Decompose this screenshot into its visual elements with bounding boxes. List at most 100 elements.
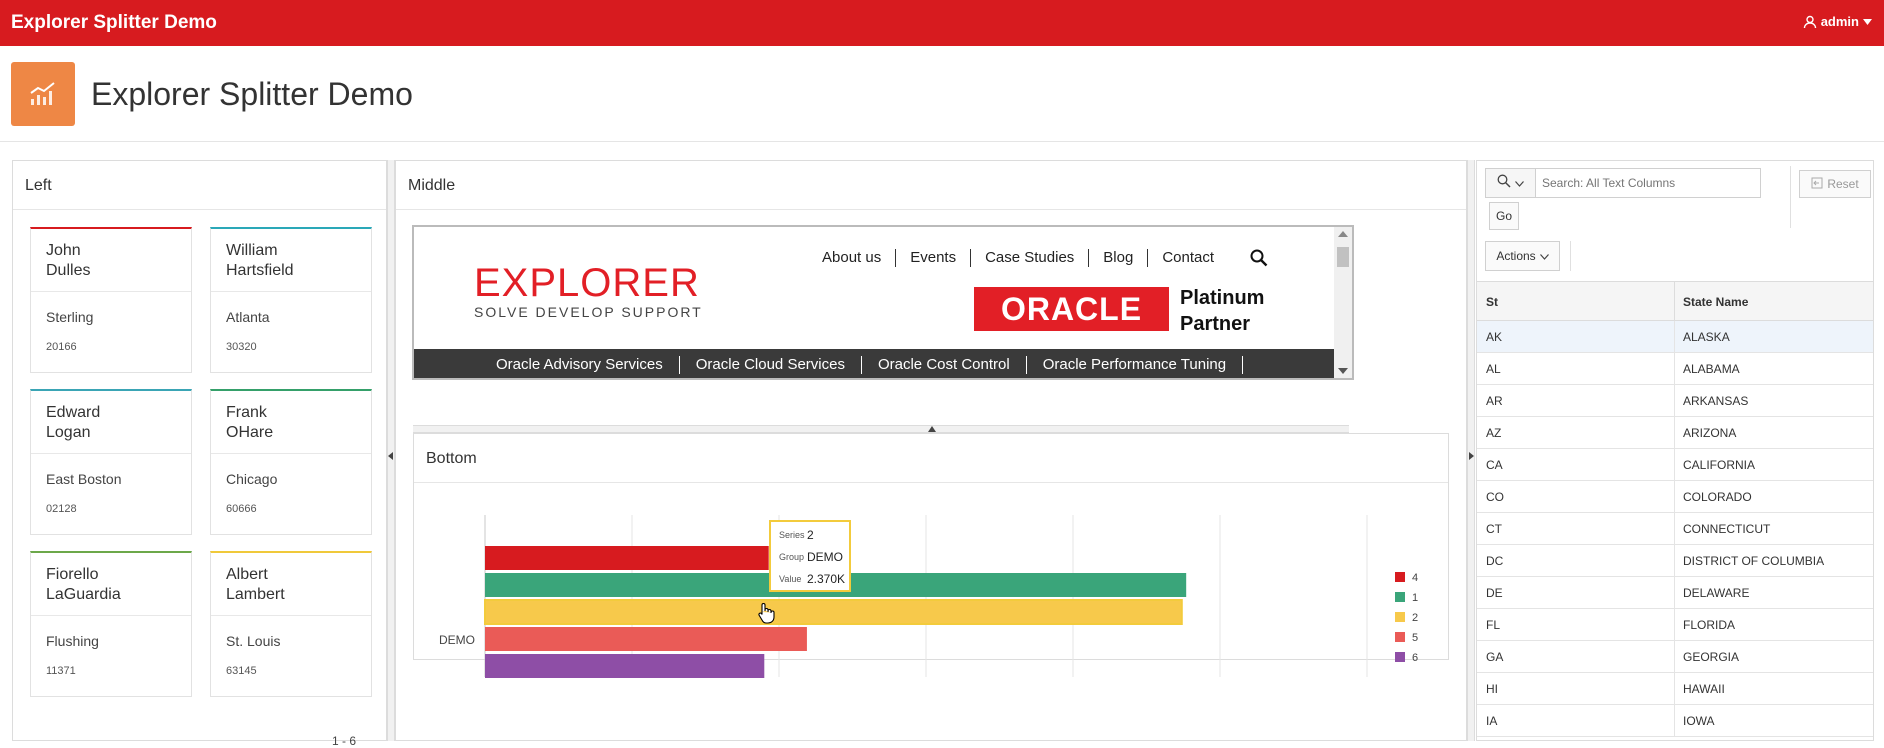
- legend-swatch[interactable]: [1395, 592, 1405, 602]
- legend-swatch[interactable]: [1395, 572, 1405, 582]
- contact-card[interactable]: Albert Lambert St. Louis 63145: [210, 551, 372, 697]
- explorer-logo[interactable]: EXPLORER SOLVE DEVELOP SUPPORT: [474, 261, 703, 320]
- card-city: St. Louis: [226, 633, 281, 649]
- table-row[interactable]: DC DISTRICT OF COLUMBIA: [1477, 545, 1873, 577]
- cell-st: CA: [1486, 458, 1503, 472]
- cell-st: CO: [1486, 490, 1504, 504]
- divider: [211, 615, 371, 616]
- cell-state-name: DISTRICT OF COLUMBIA: [1683, 554, 1825, 568]
- cell-st: FL: [1486, 618, 1501, 632]
- table-row[interactable]: CA CALIFORNIA: [1477, 449, 1873, 481]
- collapse-right-icon[interactable]: [1469, 452, 1475, 460]
- table-row[interactable]: CO COLORADO: [1477, 481, 1873, 513]
- card-zip: 63145: [226, 665, 257, 677]
- table-row[interactable]: CT CONNECTICUT: [1477, 513, 1873, 545]
- service-performance[interactable]: Oracle Performance Tuning: [1027, 355, 1244, 374]
- column-header-state-name[interactable]: State Name: [1683, 295, 1748, 309]
- site-nav-contact[interactable]: Contact: [1148, 249, 1228, 267]
- tooltip-value-label: Value: [779, 574, 802, 584]
- search-icon: [1497, 174, 1511, 193]
- scrollbar-thumb[interactable]: [1337, 247, 1349, 267]
- user-menu[interactable]: admin: [1803, 14, 1872, 29]
- contact-card[interactable]: Frank OHare Chicago 60666: [210, 389, 372, 535]
- cell-st: DC: [1486, 554, 1504, 568]
- table-row[interactable]: AR ARKANSAS: [1477, 385, 1873, 417]
- legend-label[interactable]: 6: [1412, 652, 1418, 664]
- page-header: Explorer Splitter Demo: [0, 46, 1884, 142]
- actions-menu-button[interactable]: Actions: [1485, 241, 1560, 271]
- site-nav-about[interactable]: About us: [808, 249, 897, 267]
- site-nav-blog[interactable]: Blog: [1089, 249, 1149, 267]
- splitter-right[interactable]: [1467, 160, 1475, 741]
- chart-tooltip: Series 2 Group DEMO Value 2.370K: [769, 520, 851, 592]
- search-input[interactable]: [1542, 173, 1752, 193]
- legend-label[interactable]: 2: [1412, 612, 1418, 624]
- legend-swatch[interactable]: [1395, 652, 1405, 662]
- table-row[interactable]: HI HAWAII: [1477, 673, 1873, 705]
- bar-chart[interactable]: DEMO 4 1 2 5 6: [413, 490, 1449, 680]
- splitter-left[interactable]: [387, 160, 395, 741]
- chart-bar-series-2[interactable]: [484, 599, 1183, 625]
- pagination-info: 1 - 6: [331, 734, 356, 748]
- table-row[interactable]: GA GEORGIA: [1477, 641, 1873, 673]
- scroll-down-icon[interactable]: [1338, 368, 1348, 374]
- embedded-website[interactable]: EXPLORER SOLVE DEVELOP SUPPORT About us …: [412, 225, 1354, 380]
- table-row[interactable]: IA IOWA: [1477, 705, 1873, 737]
- contact-card[interactable]: John Dulles Sterling 20166: [30, 227, 192, 373]
- card-zip: 11371: [46, 665, 76, 677]
- collapse-up-icon[interactable]: [928, 426, 936, 432]
- legend-label[interactable]: 4: [1412, 572, 1418, 584]
- table-row[interactable]: DE DELAWARE: [1477, 577, 1873, 609]
- search-column-picker[interactable]: [1486, 169, 1536, 197]
- divider: [1674, 481, 1675, 513]
- service-advisory[interactable]: Oracle Advisory Services: [480, 355, 680, 374]
- card-city: Chicago: [226, 471, 278, 487]
- services-nav: Oracle Advisory Services Oracle Cloud Se…: [414, 349, 1334, 378]
- chevron-down-icon: [1539, 249, 1549, 263]
- legend-label[interactable]: 1: [1412, 592, 1418, 604]
- table-row[interactable]: AZ ARIZONA: [1477, 417, 1873, 449]
- card-zip: 30320: [226, 341, 257, 353]
- cell-st: AK: [1486, 330, 1503, 344]
- iframe-scrollbar[interactable]: [1334, 227, 1352, 378]
- service-cloud[interactable]: Oracle Cloud Services: [680, 355, 862, 374]
- card-name: Frank OHare: [226, 404, 274, 441]
- chevron-down-icon: [1863, 18, 1872, 25]
- chart-bar-series-5[interactable]: [485, 627, 807, 651]
- site-nav-events[interactable]: Events: [896, 249, 972, 267]
- app-title[interactable]: Explorer Splitter Demo: [11, 12, 217, 34]
- cell-st: AZ: [1486, 426, 1502, 440]
- contact-card[interactable]: Fiorello LaGuardia Flushing 11371: [30, 551, 192, 697]
- divider: [1674, 353, 1675, 385]
- card-name: Fiorello LaGuardia: [46, 566, 121, 603]
- legend-swatch[interactable]: [1395, 632, 1405, 642]
- cell-state-name: CALIFORNIA: [1683, 458, 1756, 472]
- divider: [211, 453, 371, 454]
- cell-st: DE: [1486, 586, 1503, 600]
- splitter-bottom[interactable]: [413, 425, 1349, 433]
- table-row[interactable]: AL ALABAMA: [1477, 353, 1873, 385]
- chart-category-label: DEMO: [439, 633, 475, 647]
- contact-card[interactable]: William Hartsfield Atlanta 30320: [210, 227, 372, 373]
- table-row[interactable]: AK ALASKA: [1477, 321, 1873, 353]
- card-zip: 60666: [226, 503, 257, 515]
- contact-card[interactable]: Edward Logan East Boston 02128: [30, 389, 192, 535]
- legend-swatch[interactable]: [1395, 612, 1405, 622]
- site-nav-case-studies[interactable]: Case Studies: [971, 249, 1090, 267]
- search-icon[interactable]: [1250, 249, 1268, 272]
- grid-body: AK ALASKA AL ALABAMA AR ARKANSAS AZ ARIZONA CA CA…: [1477, 321, 1873, 737]
- reset-button[interactable]: Reset: [1799, 170, 1871, 198]
- divider: [1674, 385, 1675, 417]
- cell-state-name: ALABAMA: [1683, 362, 1740, 376]
- service-cost-control[interactable]: Oracle Cost Control: [862, 355, 1027, 374]
- chart-bar-series-4[interactable]: [485, 546, 769, 570]
- column-header-st[interactable]: St: [1486, 295, 1498, 309]
- chart-bar-series-6[interactable]: [485, 654, 765, 678]
- scroll-up-icon[interactable]: [1338, 231, 1348, 237]
- legend-label[interactable]: 5: [1412, 632, 1418, 644]
- go-button[interactable]: Go: [1489, 202, 1519, 230]
- collapse-left-icon[interactable]: [388, 452, 394, 460]
- divider: [13, 209, 386, 210]
- table-row[interactable]: FL FLORIDA: [1477, 609, 1873, 641]
- divider: [1674, 641, 1675, 673]
